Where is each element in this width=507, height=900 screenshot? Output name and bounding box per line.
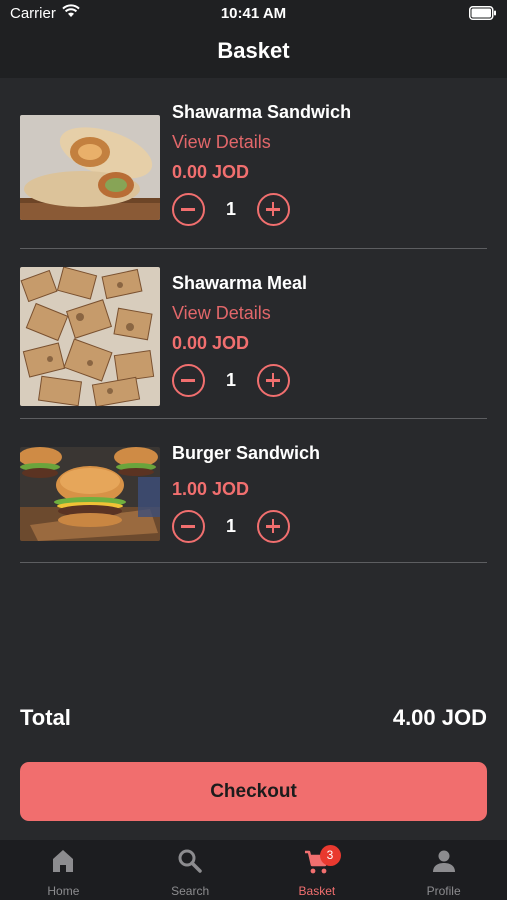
increase-button[interactable] [257,363,290,397]
item-name: Shawarma Sandwich [172,102,352,122]
top-bar: Carrier 10:41 AM Basket [0,0,507,78]
item-image [20,267,160,406]
decrease-button[interactable] [172,363,205,397]
minus-icon [181,525,195,528]
page-title: Basket [217,38,290,63]
view-details-link[interactable]: View Details [172,132,351,153]
checkout-label: Checkout [210,780,297,802]
cart-count-badge: 3 [319,845,341,866]
tab-bar: Home Search 3 Basket Profile [0,840,507,900]
minus-icon [181,379,195,382]
divider [20,562,487,563]
tab-label: Basket [298,884,336,898]
tab-label: Home [47,884,80,898]
increase-button[interactable] [257,509,290,543]
search-icon [178,849,202,873]
tab-search[interactable]: Search [127,840,254,900]
tab-label: Search [171,884,210,898]
item-info: Shawarma Meal View Details 0.00 JOD 1 [172,273,307,397]
home-icon [53,850,74,872]
tab-label: Profile [426,884,461,898]
basket-item: Burger Sandwich 1.00 JOD 1 [20,443,487,546]
status-bar: Carrier 10:41 AM [0,0,507,28]
decrease-button[interactable] [172,509,205,543]
item-name: Burger Sandwich [172,443,321,463]
divider [20,248,487,249]
divider [20,418,487,419]
increase-button[interactable] [257,192,290,226]
basket-item: Shawarma Meal View Details 0.00 JOD 1 [20,266,487,406]
battery-icon [469,6,496,20]
tab-basket[interactable]: 3 Basket [254,840,381,900]
item-image [20,447,160,541]
item-image [20,115,160,220]
quantity-value: 1 [225,198,236,219]
quantity-value: 1 [225,515,236,536]
view-details-link[interactable]: View Details [172,303,307,324]
decrease-button[interactable] [172,192,205,226]
total-label: Total [20,705,71,730]
item-name: Shawarma Meal [172,273,308,293]
item-info: Burger Sandwich 1.00 JOD 1 [172,443,320,543]
tab-home[interactable]: Home [0,840,127,900]
clock: 10:41 AM [220,5,287,22]
quantity-stepper: 1 [172,192,351,226]
quantity-value: 1 [225,369,236,390]
quantity-stepper: 1 [172,509,320,543]
item-price: 0.00 JOD [172,333,250,353]
quantity-stepper: 1 [172,363,307,397]
item-price: 1.00 JOD [172,479,250,499]
person-icon [432,850,455,872]
minus-icon [181,208,195,211]
item-price: 0.00 JOD [172,162,250,182]
checkout-button[interactable]: Checkout [20,762,487,821]
total-value: 4.00 JOD [392,705,487,730]
item-info: Shawarma Sandwich View Details 0.00 JOD … [172,102,351,226]
basket-item: Shawarma Sandwich View Details 0.00 JOD … [20,102,487,232]
tab-profile[interactable]: Profile [380,840,507,900]
